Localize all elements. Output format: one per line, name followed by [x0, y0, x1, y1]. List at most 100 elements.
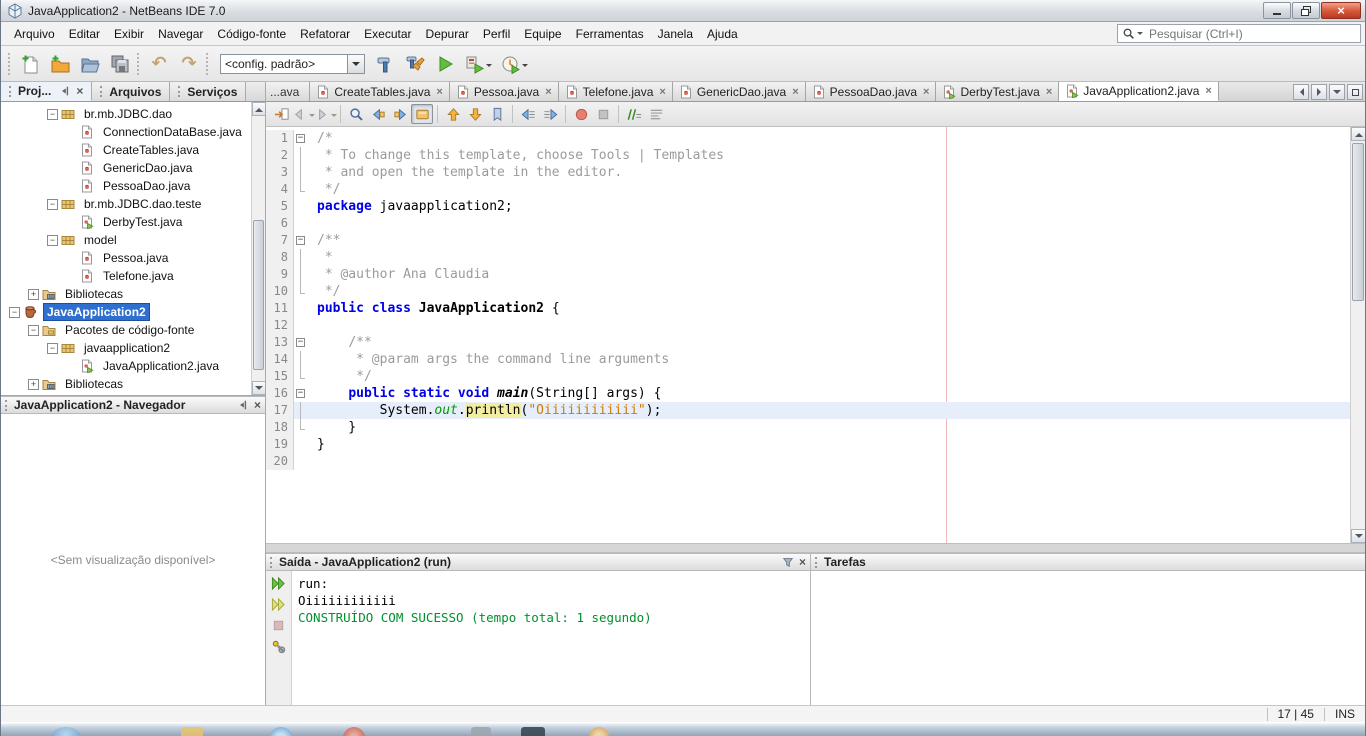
- tree-node[interactable]: +Bibliotecas: [1, 375, 265, 393]
- code-line[interactable]: 13− /**: [266, 334, 1350, 351]
- fold-margin[interactable]: [294, 249, 307, 266]
- build-button[interactable]: [371, 50, 399, 78]
- taskbar-app-dark-icon[interactable]: [521, 727, 545, 736]
- last-edit-button[interactable]: [270, 104, 292, 124]
- line-number[interactable]: 17: [266, 402, 294, 419]
- code-line[interactable]: 11public class JavaApplication2 {: [266, 300, 1350, 317]
- line-number[interactable]: 15: [266, 368, 294, 385]
- fold-margin[interactable]: −: [294, 130, 307, 147]
- fold-margin[interactable]: −: [294, 232, 307, 249]
- line-number[interactable]: 6: [266, 215, 294, 232]
- taskbar-app-gray-icon[interactable]: [471, 727, 491, 736]
- line-number[interactable]: 5: [266, 198, 294, 215]
- menu-janela[interactable]: Janela: [651, 24, 700, 44]
- tree-node[interactable]: ConnectionDataBase.java: [1, 123, 265, 141]
- code-line[interactable]: 8 *: [266, 249, 1350, 266]
- code-line[interactable]: 7−/**: [266, 232, 1350, 249]
- scroll-tabs-right-icon[interactable]: [1311, 84, 1327, 100]
- line-number[interactable]: 19: [266, 436, 294, 453]
- uncomment-button[interactable]: [645, 104, 667, 124]
- config-combobox-dropdown[interactable]: [348, 54, 365, 74]
- prev-occurrence-button[interactable]: [442, 104, 464, 124]
- scroll-up-icon[interactable]: [252, 102, 265, 116]
- taskbar-app-orange-icon[interactable]: [589, 727, 609, 736]
- expand-icon[interactable]: +: [28, 289, 39, 300]
- tree-node[interactable]: JavaApplication2.java: [1, 357, 265, 375]
- close-tab-icon[interactable]: ×: [1205, 85, 1211, 97]
- fold-margin[interactable]: [294, 419, 307, 436]
- toolbar-grip[interactable]: [137, 53, 142, 75]
- code-fold-collapse-icon[interactable]: −: [296, 236, 305, 245]
- tree-node[interactable]: −model: [1, 231, 265, 249]
- maximize-editor-icon[interactable]: [1347, 84, 1363, 100]
- line-number[interactable]: 14: [266, 351, 294, 368]
- find-button[interactable]: [345, 104, 367, 124]
- fold-margin[interactable]: [294, 402, 307, 419]
- editor-tab-javaapplication2-java[interactable]: JavaApplication2.java×: [1059, 81, 1219, 101]
- close-button[interactable]: ×: [1321, 2, 1361, 19]
- tree-node[interactable]: −br.mb.JDBC.dao: [1, 105, 265, 123]
- rerun-button[interactable]: [269, 574, 289, 592]
- fold-margin[interactable]: [294, 436, 307, 453]
- line-number[interactable]: 3: [266, 164, 294, 181]
- tree-node[interactable]: DerbyTest.java: [1, 213, 265, 231]
- editor-tab-createtables-java[interactable]: CreateTables.java×: [310, 81, 450, 101]
- fold-margin[interactable]: [294, 453, 307, 470]
- taskbar-browser-icon[interactable]: [269, 727, 293, 736]
- editor-tab-pessoadao-java[interactable]: PessoaDao.java×: [806, 81, 937, 101]
- menu-ajuda[interactable]: Ajuda: [700, 24, 745, 44]
- close-tab-icon[interactable]: ×: [436, 86, 442, 98]
- code-fold-collapse-icon[interactable]: −: [296, 338, 305, 347]
- scroll-down-icon[interactable]: [252, 381, 265, 395]
- taskbar-folder-icon[interactable]: [181, 727, 203, 736]
- close-tab-icon[interactable]: ×: [923, 86, 929, 98]
- line-number[interactable]: 1: [266, 130, 294, 147]
- rerun-alt-button[interactable]: [269, 595, 289, 613]
- code-line[interactable]: 15 */: [266, 368, 1350, 385]
- code-line[interactable]: 1−/*: [266, 130, 1350, 147]
- expand-icon[interactable]: +: [28, 379, 39, 390]
- undo-button[interactable]: ↶: [145, 50, 173, 78]
- close-panel-icon[interactable]: ×: [799, 556, 806, 568]
- fold-margin[interactable]: [294, 164, 307, 181]
- minimize-button[interactable]: [1263, 2, 1291, 19]
- stop-button[interactable]: [269, 616, 289, 634]
- line-number[interactable]: 11: [266, 300, 294, 317]
- profile-dropdown-caret-icon[interactable]: [522, 64, 528, 70]
- close-panel-icon[interactable]: ×: [254, 399, 261, 411]
- tree-node[interactable]: −javaapplication2: [1, 339, 265, 357]
- new-file-button[interactable]: [16, 50, 44, 78]
- debug-button[interactable]: [461, 50, 495, 78]
- collapse-icon[interactable]: −: [47, 199, 58, 210]
- menu-c-digo-fonte[interactable]: Código-fonte: [210, 24, 293, 44]
- taskbar-start-orb-icon[interactable]: [49, 727, 83, 736]
- tab-list-dropdown-icon[interactable]: [1329, 84, 1345, 100]
- line-number[interactable]: 18: [266, 419, 294, 436]
- open-project-button[interactable]: [76, 50, 104, 78]
- redo-button[interactable]: ↷: [175, 50, 203, 78]
- tree-node[interactable]: CreateTables.java: [1, 141, 265, 159]
- menu-exibir[interactable]: Exibir: [107, 24, 151, 44]
- fold-margin[interactable]: [294, 215, 307, 232]
- fold-margin[interactable]: [294, 317, 307, 334]
- toggle-bookmark-button[interactable]: [486, 104, 508, 124]
- options-button[interactable]: [269, 637, 289, 655]
- shift-right-button[interactable]: [539, 104, 561, 124]
- fold-margin[interactable]: [294, 147, 307, 164]
- close-tab-icon[interactable]: ×: [1046, 86, 1052, 98]
- code-line[interactable]: 19}: [266, 436, 1350, 453]
- fold-margin[interactable]: [294, 351, 307, 368]
- breakpoint-button[interactable]: [570, 104, 592, 124]
- code-fold-collapse-icon[interactable]: −: [296, 389, 305, 398]
- close-tab-icon[interactable]: ×: [659, 86, 665, 98]
- fold-margin[interactable]: −: [294, 385, 307, 402]
- line-number[interactable]: 10: [266, 283, 294, 300]
- code-line[interactable]: 3 * and open the template in the editor.: [266, 164, 1350, 181]
- search-box[interactable]: [1117, 24, 1361, 43]
- fold-margin[interactable]: [294, 283, 307, 300]
- filter-icon[interactable]: [782, 556, 794, 568]
- menu-editar[interactable]: Editar: [62, 24, 107, 44]
- line-number[interactable]: 4: [266, 181, 294, 198]
- search-input[interactable]: [1147, 26, 1356, 42]
- menu-ferramentas[interactable]: Ferramentas: [569, 24, 651, 44]
